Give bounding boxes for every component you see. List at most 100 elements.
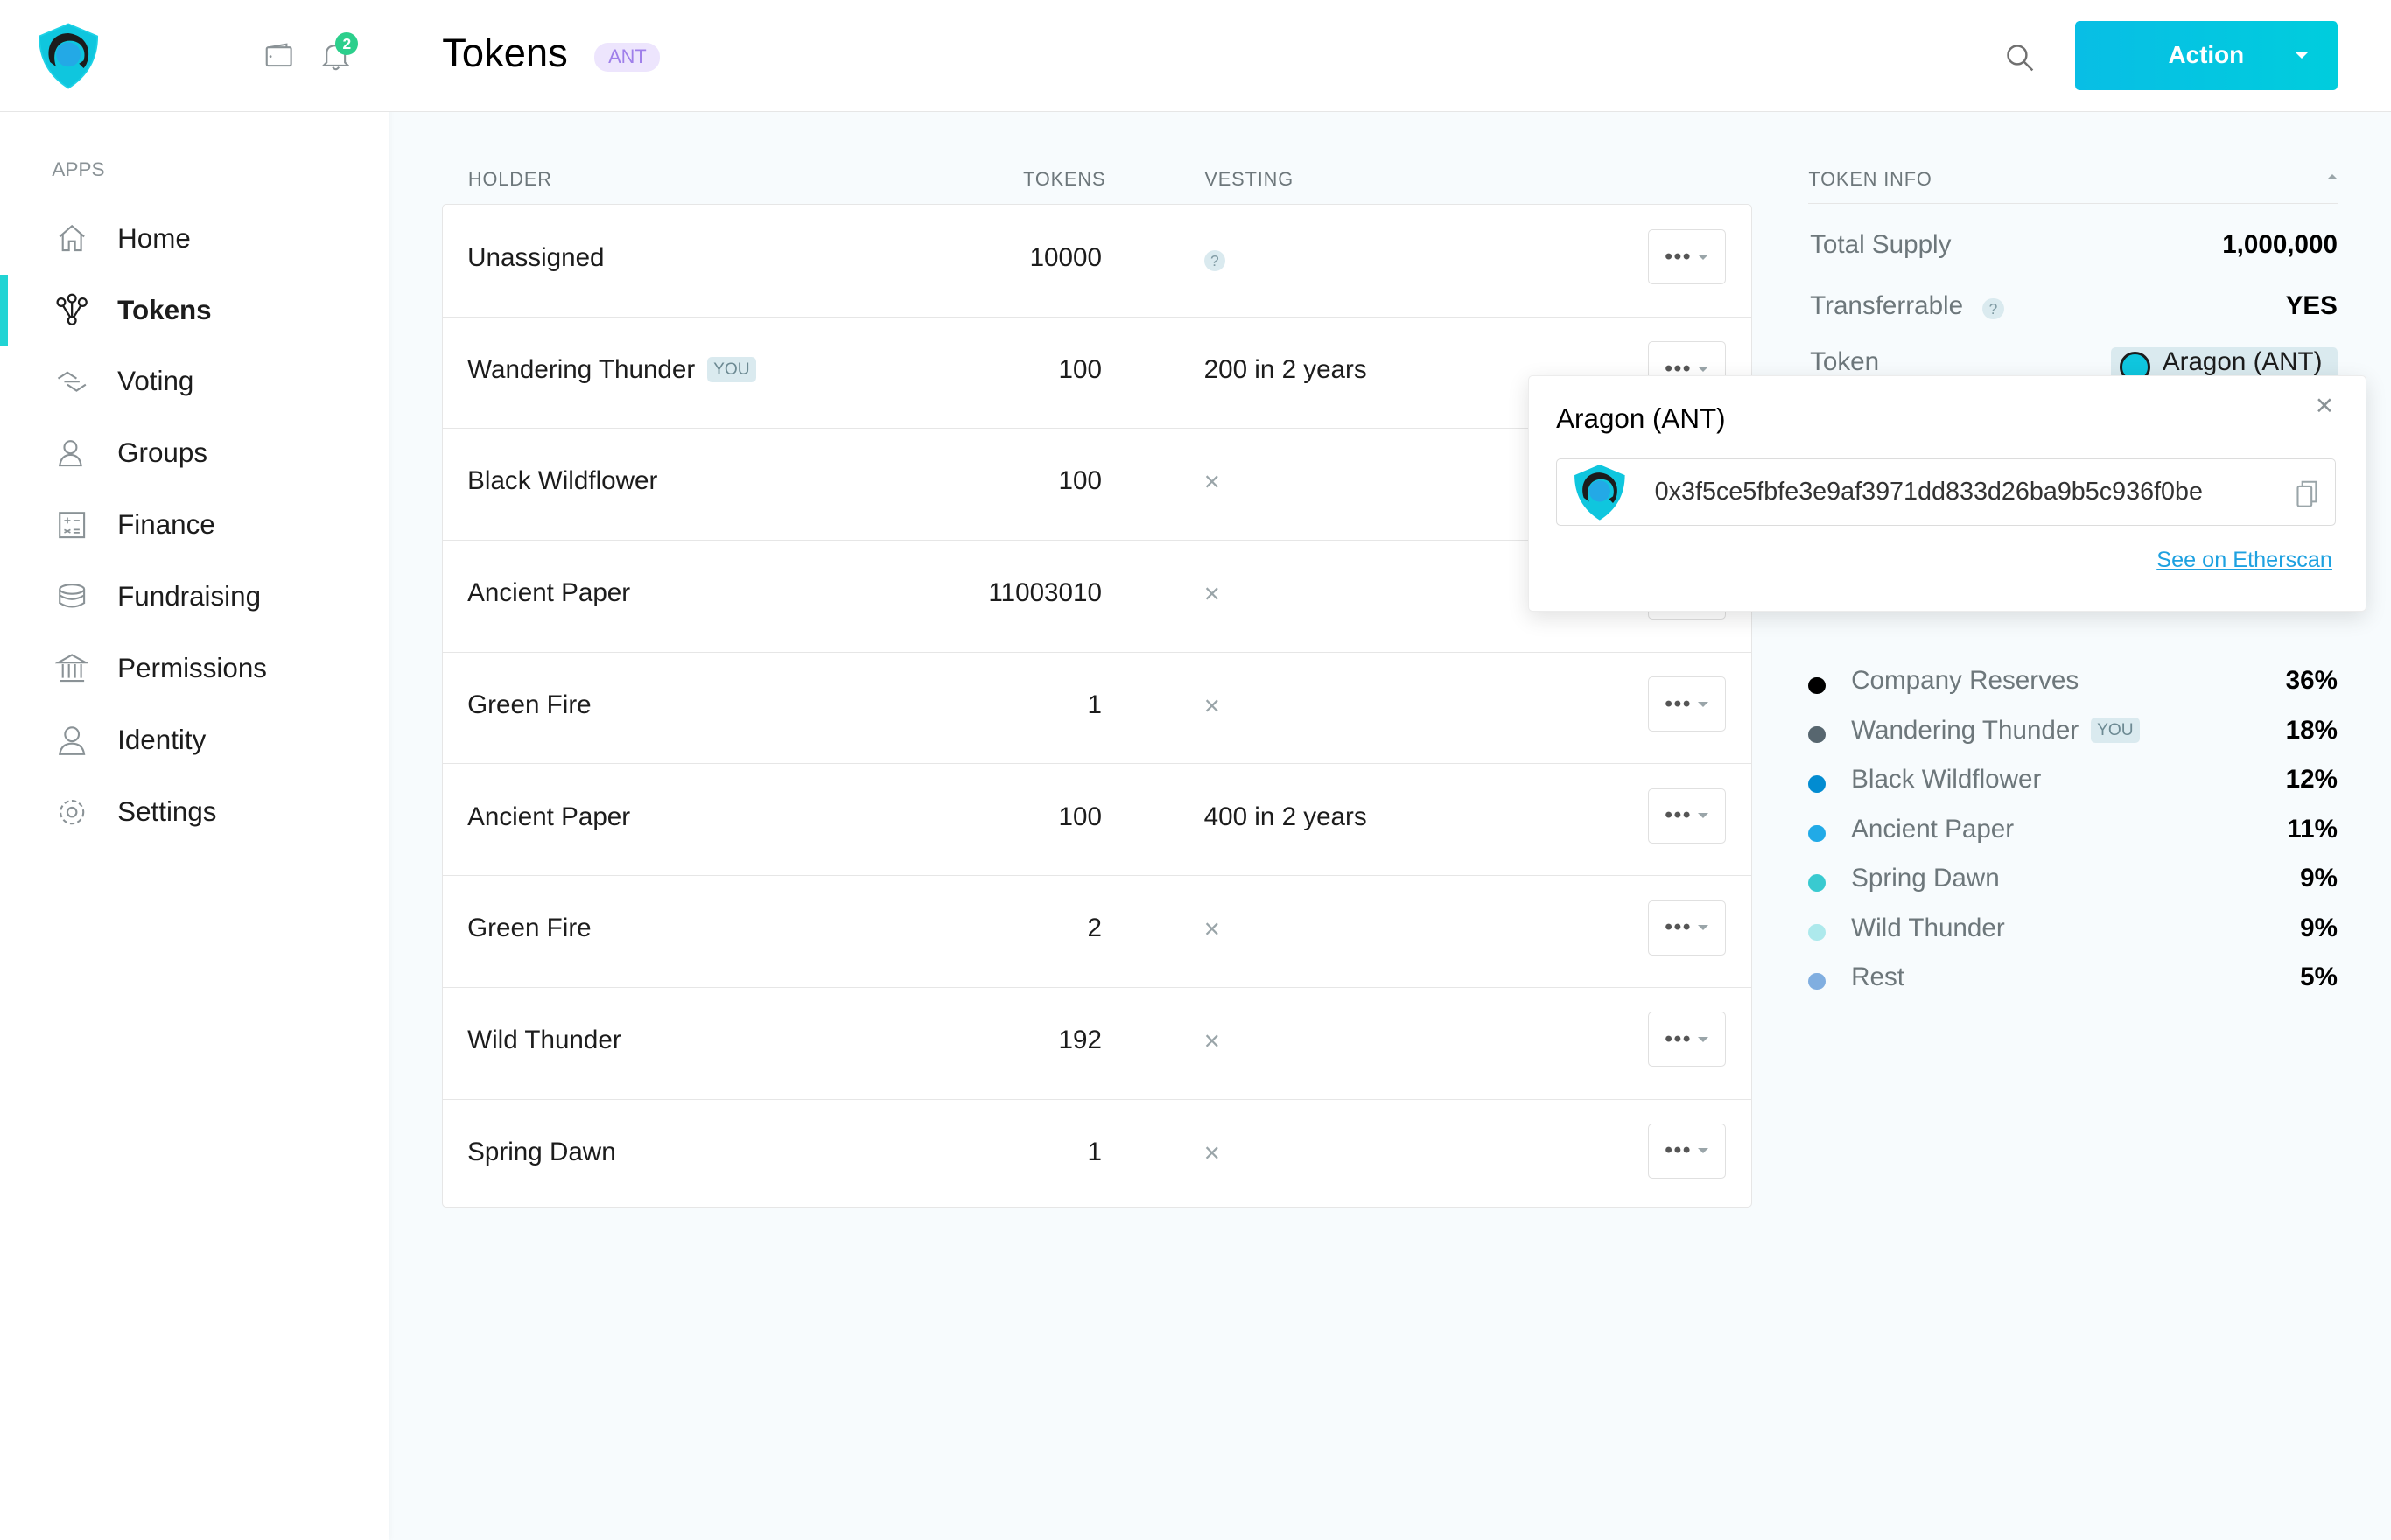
holder-name[interactable]: Unassigned bbox=[467, 243, 604, 273]
holder-name: Spring Dawn bbox=[1851, 864, 2000, 893]
vesting-cell: × bbox=[1204, 1138, 1220, 1169]
legend-dot bbox=[1808, 824, 1826, 843]
token-info-header[interactable]: TOKEN INFO bbox=[1808, 168, 2338, 204]
help-icon[interactable]: ? bbox=[1982, 298, 2004, 320]
chevron-down-icon bbox=[1698, 366, 1709, 373]
holder-name[interactable]: Green Fire bbox=[467, 690, 592, 720]
token-amount: 11003010 bbox=[988, 578, 1102, 608]
sidebar-item-finance[interactable]: Finance bbox=[0, 489, 389, 561]
apps-section-label: APPS bbox=[52, 158, 105, 181]
more-icon: ••• bbox=[1665, 803, 1693, 828]
you-badge: YOU bbox=[2091, 718, 2140, 744]
vesting-cell: × bbox=[1204, 690, 1220, 722]
holder-percentage: 11% bbox=[2287, 814, 2338, 844]
row-menu-button[interactable]: ••• bbox=[1647, 1012, 1726, 1068]
sidebar-item-permissions[interactable]: Permissions bbox=[0, 633, 389, 704]
top-bar: Tokens ANT Action bbox=[389, 0, 2391, 113]
sidebar-item-groups[interactable]: Groups bbox=[0, 417, 389, 489]
token-amount: 192 bbox=[1058, 1025, 1102, 1054]
aragon-token-icon bbox=[1574, 465, 1625, 521]
distribution-item: Company Reserves 36% bbox=[1808, 666, 2338, 715]
legend-dot bbox=[1808, 775, 1826, 793]
token-label: Token bbox=[1810, 347, 1880, 375]
search-icon[interactable] bbox=[2005, 43, 2036, 74]
transferable-value: YES bbox=[2285, 290, 2338, 320]
holder-name[interactable]: Ancient Paper bbox=[467, 802, 630, 832]
chevron-down-icon bbox=[1698, 925, 1709, 931]
row-menu-button[interactable]: ••• bbox=[1647, 676, 1726, 732]
sidebar-item-voting[interactable]: Voting bbox=[0, 346, 389, 418]
action-button[interactable]: Action bbox=[2075, 21, 2338, 90]
vesting-value: 400 in 2 years bbox=[1203, 802, 1367, 831]
column-header-tokens: TOKENS bbox=[1023, 167, 1106, 190]
row-menu-button[interactable]: ••• bbox=[1647, 229, 1726, 285]
sidebar-item-settings[interactable]: Settings bbox=[0, 776, 389, 848]
copy-icon[interactable] bbox=[2295, 480, 2319, 508]
tokens-icon bbox=[56, 293, 88, 326]
groups-icon bbox=[58, 440, 82, 467]
page-title: Tokens bbox=[442, 30, 568, 75]
row-menu-button[interactable]: ••• bbox=[1647, 788, 1726, 844]
legend-dot bbox=[1808, 874, 1826, 892]
aragon-logo[interactable] bbox=[33, 21, 103, 91]
sidebar-item-label: Voting bbox=[117, 366, 194, 397]
distribution-item: Wandering Thunder YOU 18% bbox=[1808, 716, 2338, 765]
chevron-down-icon[interactable] bbox=[2295, 52, 2310, 59]
chevron-down-icon bbox=[1698, 813, 1709, 820]
token-amount: 1 bbox=[1087, 690, 1102, 719]
holder-percentage: 9% bbox=[2300, 913, 2338, 942]
no-vesting-icon: × bbox=[1203, 914, 1220, 945]
help-icon[interactable]: ? bbox=[1203, 250, 1226, 272]
row-menu-button[interactable]: ••• bbox=[1647, 1124, 1726, 1179]
distribution-item: Wild Thunder 9% bbox=[1808, 914, 2338, 962]
total-supply-row: Total Supply 1,000,000 bbox=[1810, 230, 2338, 260]
permissions-icon bbox=[54, 654, 89, 682]
token-badge[interactable]: Aragon (ANT) bbox=[2110, 347, 2338, 375]
sidebar: 2 APPS Home Tokens Voting Groups Finance… bbox=[0, 0, 389, 1540]
sidebar-item-home[interactable]: Home bbox=[0, 203, 389, 275]
aragon-token-icon bbox=[2120, 352, 2150, 375]
holder-name[interactable]: Spring Dawn bbox=[467, 1138, 616, 1167]
etherscan-link[interactable]: See on Etherscan bbox=[2156, 548, 2332, 573]
holder-percentage: 9% bbox=[2300, 864, 2338, 893]
holder-name: Ancient Paper bbox=[1851, 814, 2015, 844]
vesting-cell: × bbox=[1204, 914, 1220, 945]
more-icon: ••• bbox=[1665, 691, 1693, 716]
row-menu-button[interactable]: ••• bbox=[1647, 900, 1726, 956]
holder-percentage: 12% bbox=[2285, 765, 2338, 794]
sidebar-item-tokens[interactable]: Tokens bbox=[0, 274, 389, 346]
sidebar-item-identity[interactable]: Identity bbox=[0, 704, 389, 776]
holder-percentage: 36% bbox=[2285, 666, 2338, 696]
address-field[interactable]: 0x3f5ce5fbfe3e9af3971dd833d26ba9b5c936f0… bbox=[1556, 458, 2336, 526]
more-icon: ••• bbox=[1665, 244, 1693, 269]
holder-name[interactable]: Wandering Thunder bbox=[467, 355, 695, 385]
chevron-down-icon bbox=[1698, 701, 1709, 708]
distribution-item: Black Wildflower 12% bbox=[1808, 765, 2338, 814]
chevron-up-icon[interactable] bbox=[2326, 172, 2338, 179]
table-row: Unassigned 10000 ? ••• bbox=[443, 205, 1752, 318]
no-vesting-icon: × bbox=[1203, 466, 1220, 498]
no-vesting-icon: × bbox=[1203, 690, 1220, 721]
chevron-down-icon bbox=[1698, 1148, 1709, 1155]
distribution-item: Rest 5% bbox=[1808, 962, 2338, 1012]
token-address[interactable]: 0x3f5ce5fbfe3e9af3971dd833d26ba9b5c936f0… bbox=[1655, 478, 2203, 507]
holder-name[interactable]: Wild Thunder bbox=[467, 1026, 621, 1055]
holder-name: Rest bbox=[1851, 962, 1905, 992]
total-supply-label: Total Supply bbox=[1810, 230, 1952, 260]
sidebar-item-label: Permissions bbox=[117, 652, 267, 683]
sidebar-item-fundraising[interactable]: Fundraising bbox=[0, 561, 389, 633]
holder-name: Black Wildflower bbox=[1851, 765, 2042, 794]
holder-name[interactable]: Ancient Paper bbox=[467, 578, 630, 608]
vesting-value: 200 in 2 years bbox=[1203, 354, 1367, 384]
holder-name[interactable]: Green Fire bbox=[467, 914, 592, 943]
token-amount: 10000 bbox=[1029, 243, 1102, 272]
settings-icon bbox=[59, 799, 84, 824]
token-badge-label: Aragon (ANT) bbox=[2162, 347, 2323, 375]
holder-percentage: 5% bbox=[2300, 962, 2338, 992]
wallet-icon[interactable] bbox=[265, 43, 292, 67]
popover-title: Aragon (ANT) bbox=[1556, 402, 1726, 434]
holder-name[interactable]: Black Wildflower bbox=[467, 466, 657, 496]
close-icon[interactable]: × bbox=[2316, 388, 2333, 424]
voting-icon bbox=[57, 371, 87, 393]
token-symbol-badge: ANT bbox=[594, 42, 661, 72]
